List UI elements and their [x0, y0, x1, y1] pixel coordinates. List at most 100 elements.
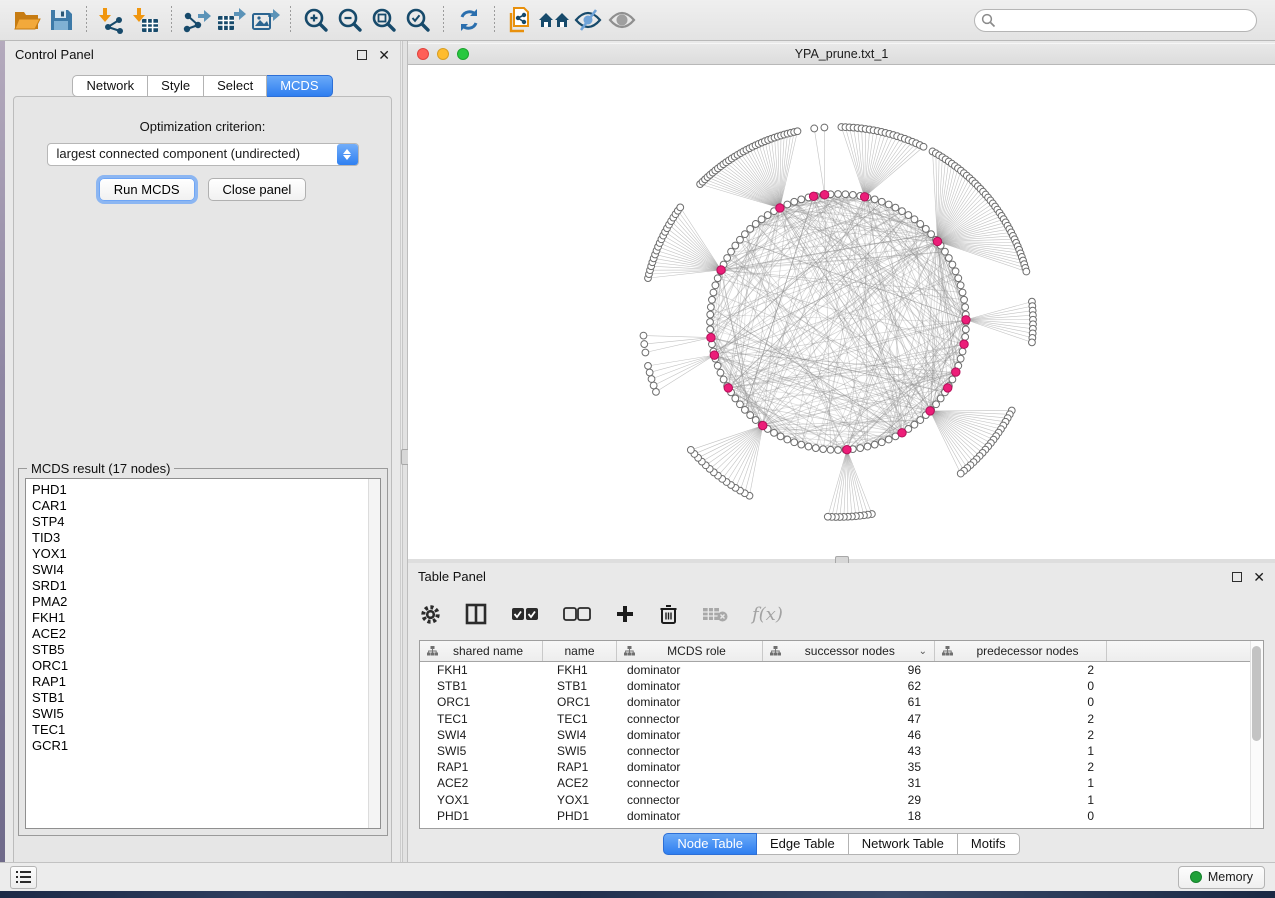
show-all-icon[interactable] [605, 3, 639, 37]
close-panel-button[interactable]: Close panel [208, 178, 307, 201]
network-node[interactable] [952, 268, 959, 275]
table-row[interactable]: RAP1RAP1dominator352 [420, 759, 1263, 775]
network-node[interactable] [962, 304, 969, 311]
network-node[interactable] [878, 439, 885, 446]
result-node[interactable]: ORC1 [32, 658, 380, 674]
network-node[interactable] [758, 216, 765, 223]
network-node[interactable] [687, 447, 694, 454]
result-node[interactable]: SWI5 [32, 706, 380, 722]
network-node[interactable] [937, 395, 944, 402]
zoom-out-icon[interactable] [333, 3, 367, 37]
mcds-hub-node[interactable] [952, 368, 960, 376]
mcds-hub-node[interactable] [926, 407, 934, 415]
network-node[interactable] [957, 470, 964, 477]
mcds-hub-node[interactable] [707, 333, 715, 341]
mcds-hub-node[interactable] [960, 340, 968, 348]
network-node[interactable] [710, 289, 717, 296]
network-node[interactable] [928, 231, 935, 238]
network-node[interactable] [752, 221, 759, 228]
network-node[interactable] [812, 445, 819, 452]
result-node[interactable]: FKH1 [32, 610, 380, 626]
result-node[interactable]: ACE2 [32, 626, 380, 642]
network-canvas[interactable] [408, 65, 1275, 560]
add-column-icon[interactable] [615, 604, 635, 624]
network-node[interactable] [849, 191, 856, 198]
open-session-icon[interactable] [10, 3, 44, 37]
network-node[interactable] [821, 124, 828, 131]
network-node[interactable] [741, 231, 748, 238]
export-image-icon[interactable] [248, 3, 282, 37]
network-node[interactable] [648, 376, 655, 383]
network-node[interactable] [885, 201, 892, 208]
tab-edge-table[interactable]: Edge Table [757, 833, 849, 855]
table-row[interactable]: SWI5SWI5connector431 [420, 743, 1263, 759]
network-node[interactable] [752, 417, 759, 424]
network-node[interactable] [640, 332, 647, 339]
network-node[interactable] [917, 221, 924, 228]
network-node[interactable] [911, 421, 918, 428]
search-input[interactable] [974, 9, 1257, 32]
network-node[interactable] [798, 441, 805, 448]
zoom-fit-icon[interactable] [367, 3, 401, 37]
network-node[interactable] [791, 198, 798, 205]
network-node[interactable] [835, 191, 842, 198]
mcds-hub-node[interactable] [962, 316, 970, 324]
network-titlebar[interactable]: YPA_prune.txt_1 [408, 43, 1275, 65]
network-node[interactable] [771, 429, 778, 436]
float-panel-icon[interactable] [1232, 572, 1242, 582]
table-row[interactable]: STB1STB1dominator620 [420, 678, 1263, 694]
network-node[interactable] [920, 143, 927, 150]
result-node[interactable]: RAP1 [32, 674, 380, 690]
network-node[interactable] [945, 255, 952, 262]
network-node[interactable] [777, 433, 784, 440]
task-history-button[interactable] [10, 866, 37, 889]
result-node[interactable]: YOX1 [32, 546, 380, 562]
column-header-MCDS-role[interactable]: MCDS role [617, 641, 763, 661]
network-node[interactable] [764, 212, 771, 219]
mcds-hub-node[interactable] [776, 204, 784, 212]
table-scrollbar[interactable] [1250, 641, 1263, 828]
network-graph[interactable] [408, 65, 1275, 560]
network-node[interactable] [707, 326, 714, 333]
network-node[interactable] [791, 439, 798, 446]
network-node[interactable] [857, 445, 864, 452]
delete-column-icon[interactable] [659, 604, 678, 625]
network-node[interactable] [747, 225, 754, 232]
network-node[interactable] [957, 282, 964, 289]
result-node[interactable]: STB1 [32, 690, 380, 706]
network-node[interactable] [878, 198, 885, 205]
tab-network-table[interactable]: Network Table [849, 833, 958, 855]
close-panel-icon[interactable]: ✕ [378, 50, 390, 60]
network-node[interactable] [794, 128, 801, 135]
export-network-icon[interactable] [180, 3, 214, 37]
table-row[interactable]: ACE2ACE2connector311 [420, 775, 1263, 791]
network-node[interactable] [714, 275, 721, 282]
network-node[interactable] [732, 242, 739, 249]
tab-network[interactable]: Network [72, 75, 148, 97]
table-row[interactable]: PHD1PHD1dominator180 [420, 808, 1263, 824]
network-node[interactable] [720, 376, 727, 383]
network-node[interactable] [650, 382, 657, 389]
show-columns-icon[interactable] [465, 603, 487, 625]
column-header-name[interactable]: name [543, 641, 617, 661]
mcds-result-list[interactable]: PHD1CAR1STP4TID3YOX1SWI4SRD1PMA2FKH1ACE2… [25, 478, 381, 829]
network-node[interactable] [864, 443, 871, 450]
hide-selected-icon[interactable] [571, 3, 605, 37]
mcds-hub-node[interactable] [944, 384, 952, 392]
result-node[interactable]: PMA2 [32, 594, 380, 610]
network-node[interactable] [905, 212, 912, 219]
network-node[interactable] [798, 196, 805, 203]
network-node[interactable] [737, 401, 744, 408]
clone-network-icon[interactable] [503, 3, 537, 37]
network-node[interactable] [642, 349, 649, 356]
result-node[interactable]: PHD1 [32, 482, 380, 498]
network-node[interactable] [824, 513, 831, 520]
float-panel-icon[interactable] [357, 50, 367, 60]
table-settings-icon[interactable] [420, 604, 441, 625]
result-node[interactable]: SWI4 [32, 562, 380, 578]
result-node[interactable]: GCR1 [32, 738, 380, 754]
tab-style[interactable]: Style [148, 75, 204, 97]
network-node[interactable] [811, 125, 818, 132]
import-network-icon[interactable] [95, 3, 129, 37]
result-node[interactable]: TID3 [32, 530, 380, 546]
